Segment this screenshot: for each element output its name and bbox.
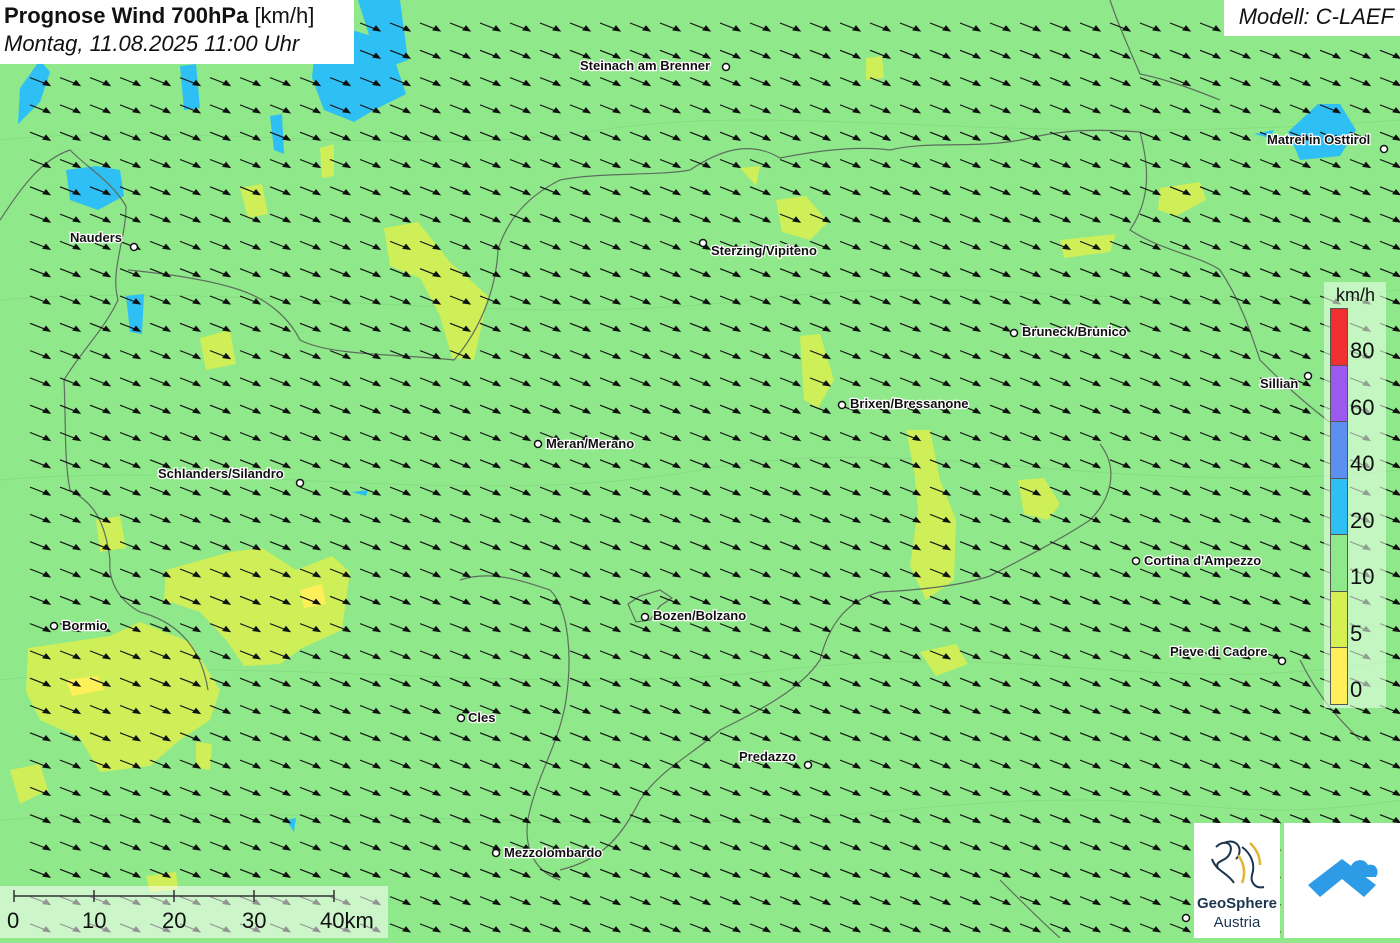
scale-label-0: 0 — [7, 908, 20, 933]
scale-bar: 0 10 20 30 40km — [0, 886, 388, 938]
city-marker[interactable] — [721, 62, 731, 72]
wind-map[interactable]: Steinach am Brenner Matrei in Osttirol Nau… — [0, 0, 1400, 938]
map-title-panel: Prognose Wind 700hPa [km/h] Montag, 11.0… — [0, 0, 354, 64]
geosphere-emblem-icon — [1211, 840, 1265, 889]
color-legend: km/h 80 60 40 20 10 5 0 — [1324, 282, 1386, 708]
legend-label: 10 — [1350, 564, 1375, 589]
legend-swatch — [1330, 421, 1348, 479]
city-label: Pieve di Cadore — [1170, 644, 1268, 659]
forecast-datetime: Montag, 11.08.2025 11:00 Uhr — [4, 31, 300, 56]
city-label: Bormio — [62, 618, 108, 633]
scale-label-40km: 40km — [320, 908, 374, 933]
city-label: Matrei in Osttirol — [1267, 132, 1370, 147]
scale-label-20: 20 — [162, 908, 187, 933]
city-marker[interactable] — [1131, 556, 1141, 566]
cloud-arrow-logo-icon — [1308, 859, 1378, 897]
geosphere-logo[interactable]: GeoSphere Austria — [1194, 823, 1280, 938]
city-marker[interactable] — [49, 621, 59, 631]
legend-swatch — [1330, 647, 1348, 705]
city-marker[interactable] — [1277, 656, 1287, 666]
legend-swatch — [1330, 308, 1348, 366]
map-title-main: Prognose Wind 700hPa — [4, 3, 249, 28]
city-label: Steinach am Brenner — [580, 58, 710, 73]
city-marker[interactable] — [803, 760, 813, 770]
city-label: Sillian — [1260, 376, 1298, 391]
geosphere-logo-country: Austria — [1213, 914, 1261, 931]
city-marker[interactable] — [837, 400, 847, 410]
legend-label: 20 — [1350, 507, 1375, 533]
legend-swatch — [1330, 477, 1348, 535]
legend-label: 5 — [1350, 620, 1363, 646]
city-label: Sterzing/Vipiteno — [711, 243, 817, 258]
city-label: Meran/Merano — [546, 436, 634, 451]
city-label: Brixen/Bressanone — [850, 396, 969, 411]
city-label: Mezzolombardo — [504, 845, 602, 860]
city-label: Cortina d'Ampezzo — [1144, 553, 1261, 568]
city-marker[interactable] — [456, 713, 466, 723]
legend-label: 40 — [1350, 451, 1375, 476]
legend-unit: km/h — [1336, 285, 1376, 305]
city-label: Nauders — [70, 230, 122, 245]
legend-label: 60 — [1350, 394, 1375, 420]
city-marker[interactable] — [533, 439, 543, 449]
city-marker[interactable] — [698, 238, 708, 248]
legend-label: 0 — [1350, 677, 1363, 702]
map-title: Prognose Wind 700hPa [km/h] — [4, 3, 350, 29]
city-label: Bruneck/Brunico — [1022, 324, 1127, 339]
city-label: Schlanders/Silandro — [158, 466, 284, 481]
city-marker[interactable] — [640, 612, 650, 622]
city-label: Predazzo — [739, 749, 796, 764]
geosphere-logo-name: GeoSphere — [1196, 895, 1278, 912]
city-label: Cles — [468, 710, 495, 725]
model-label: Modell: C-LAEF — [1224, 0, 1400, 36]
map-title-unit: [km/h] — [254, 3, 315, 28]
city-marker[interactable] — [491, 848, 501, 858]
city-marker[interactable] — [1303, 371, 1313, 381]
legend-label: 80 — [1350, 338, 1375, 363]
legend-swatch — [1330, 364, 1348, 422]
city-label: Bozen/Bolzano — [653, 608, 746, 623]
scale-label-10: 10 — [82, 908, 107, 933]
legend-swatch — [1330, 534, 1348, 592]
partner-logo[interactable] — [1284, 823, 1400, 938]
city-marker[interactable] — [1181, 913, 1191, 923]
city-marker[interactable] — [295, 478, 305, 488]
scale-label-30: 30 — [242, 908, 267, 933]
legend-swatch — [1330, 590, 1348, 648]
city-marker[interactable] — [129, 242, 139, 252]
city-marker[interactable] — [1379, 144, 1389, 154]
city-marker[interactable] — [1009, 328, 1019, 338]
